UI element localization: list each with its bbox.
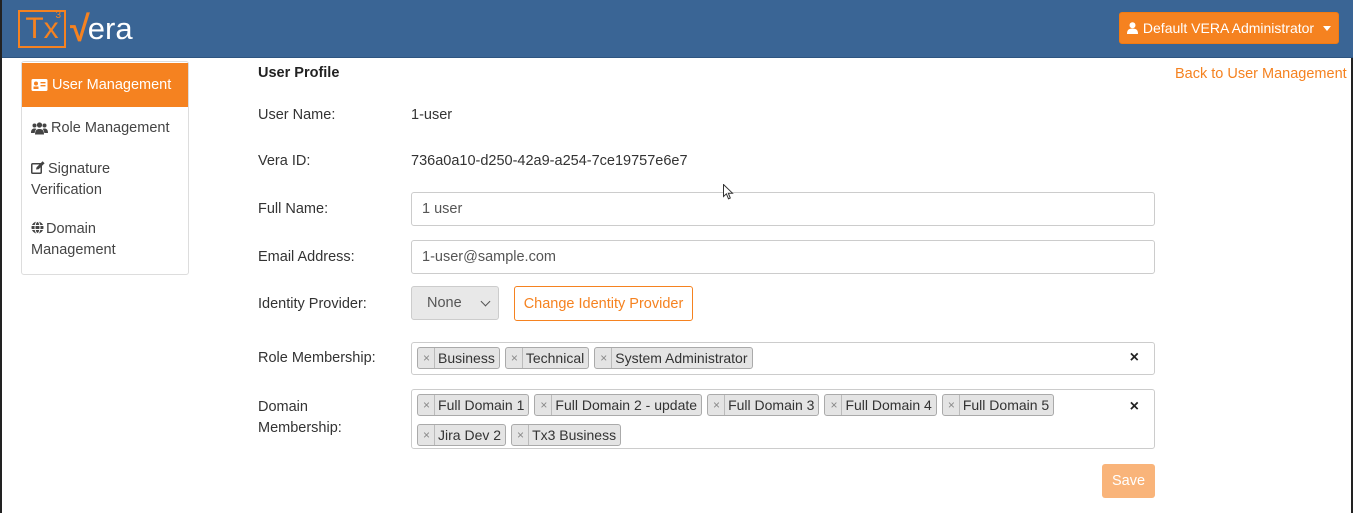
- role-tags: × Business × Technical × System Administrat…: [417, 347, 1122, 369]
- remove-tag-icon[interactable]: ×: [708, 395, 726, 415]
- sidebar-item-label-wrap: Domain Management: [31, 219, 152, 261]
- remove-tag-icon[interactable]: ×: [825, 395, 843, 415]
- user-menu-button[interactable]: Default VERA Administrator: [1119, 12, 1339, 44]
- role-tag: × Technical: [504, 347, 590, 369]
- vera-id-label: Vera ID:: [258, 153, 311, 169]
- tag-label: Full Domain 4: [845, 397, 932, 413]
- tag-label: Jira Dev 2: [438, 427, 502, 443]
- remove-tag-icon[interactable]: ×: [595, 348, 613, 368]
- full-name-label: Full Name:: [258, 201, 329, 217]
- tag-label: System Administrator: [615, 350, 748, 366]
- full-name-field[interactable]: 1 user: [411, 192, 1155, 226]
- domain-membership-select[interactable]: × Full Domain 1 × Full Domain 2 - update ×…: [411, 389, 1155, 449]
- email-label: Email Address:: [258, 249, 355, 265]
- remove-tag-icon[interactable]: ×: [418, 425, 436, 445]
- remove-tag-icon[interactable]: ×: [512, 425, 530, 445]
- domain-tag: × Full Domain 5: [941, 394, 1055, 416]
- clear-domains-icon[interactable]: ×: [1130, 398, 1139, 416]
- sidebar: User Management Role Management Signatur…: [21, 61, 189, 275]
- domain-tags: × Full Domain 1 × Full Domain 2 - update ×…: [417, 394, 1122, 446]
- sidebar-item-label: User Management: [52, 76, 172, 93]
- back-to-user-management-link[interactable]: Back to User Management: [1175, 66, 1347, 82]
- full-name-value: 1 user: [422, 201, 463, 217]
- sidebar-item-label-wrap: Signature Verification: [31, 159, 162, 201]
- edit-icon: [31, 161, 45, 174]
- user-icon: [1126, 22, 1138, 34]
- identity-provider-value: None: [427, 295, 462, 311]
- logo-superscript: 3: [55, 10, 61, 21]
- page-title: User Profile: [258, 65, 340, 81]
- tag-label: Tx3 Business: [532, 427, 617, 443]
- remove-tag-icon[interactable]: ×: [418, 348, 436, 368]
- remove-tag-icon[interactable]: ×: [943, 395, 960, 415]
- identity-provider-label: Identity Provider:: [258, 296, 367, 312]
- globe-icon: [31, 221, 44, 234]
- tag-label: Full Domain 3: [728, 397, 815, 413]
- remove-tag-icon[interactable]: ×: [506, 348, 523, 368]
- id-card-icon: [31, 79, 48, 91]
- domain-tag: × Tx3 Business: [511, 424, 622, 446]
- user-name-value: 1-user: [411, 107, 453, 123]
- save-button[interactable]: Save: [1102, 464, 1155, 498]
- logo-era-text: era: [87, 11, 133, 46]
- domain-membership-label-line1: Domain: [258, 399, 308, 415]
- tag-label: Full Domain 2 - update: [555, 397, 698, 413]
- sidebar-item-role-management[interactable]: Role Management: [22, 118, 188, 139]
- email-value: 1-user@sample.com: [422, 249, 556, 265]
- role-tag: × Business: [417, 347, 500, 369]
- identity-provider-select[interactable]: None: [411, 286, 499, 320]
- caret-down-icon: [1323, 25, 1332, 31]
- chevron-down-icon: [480, 296, 491, 307]
- logo-tx-box: Tx 3: [18, 10, 66, 48]
- change-identity-provider-button[interactable]: Change Identity Provider: [514, 286, 693, 321]
- domain-tag: × Jira Dev 2: [417, 424, 507, 446]
- sidebar-item-signature-verification[interactable]: Signature Verification: [22, 159, 162, 201]
- tag-label: Technical: [525, 350, 585, 366]
- app-frame: Tx 3 √ era Default VERA Administrator Us…: [0, 0, 1353, 513]
- domain-tag: × Full Domain 3: [707, 394, 820, 416]
- domain-membership-label: Domain Membership:: [258, 397, 342, 439]
- tag-label: Full Domain 5: [962, 397, 1050, 413]
- sidebar-item-user-management[interactable]: User Management: [22, 63, 188, 107]
- clear-roles-icon[interactable]: ×: [1130, 349, 1139, 367]
- sidebar-item-domain-management[interactable]: Domain Management: [22, 219, 152, 261]
- tag-label: Business: [438, 350, 495, 366]
- domain-tag: × Full Domain 1: [417, 394, 530, 416]
- user-name-label: User Name:: [258, 107, 336, 123]
- vera-logo[interactable]: Tx 3 √ era: [18, 10, 133, 48]
- remove-tag-icon[interactable]: ×: [535, 395, 553, 415]
- role-membership-label: Role Membership:: [258, 350, 376, 366]
- logo-tx-text: Tx: [25, 12, 59, 45]
- domain-membership-label-line2: Membership:: [258, 420, 342, 436]
- email-field[interactable]: 1-user@sample.com: [411, 240, 1155, 274]
- user-menu-label: Default VERA Administrator: [1142, 20, 1315, 36]
- mouse-cursor-icon: [723, 184, 734, 200]
- users-icon: [31, 122, 48, 135]
- role-tag: × System Administrator: [594, 347, 753, 369]
- remove-tag-icon[interactable]: ×: [418, 395, 436, 415]
- vera-id-value: 736a0a10-d250-42a9-a254-7ce19757e6e7: [411, 153, 688, 169]
- tag-label: Full Domain 1: [438, 397, 525, 413]
- sidebar-item-label: Role Management: [51, 120, 170, 136]
- role-membership-select[interactable]: × Business × Technical × System Administrat…: [411, 342, 1155, 375]
- domain-tag: × Full Domain 4: [824, 394, 937, 416]
- domain-tag: × Full Domain 2 - update: [534, 394, 703, 416]
- top-navbar: Tx 3 √ era Default VERA Administrator: [2, 0, 1353, 58]
